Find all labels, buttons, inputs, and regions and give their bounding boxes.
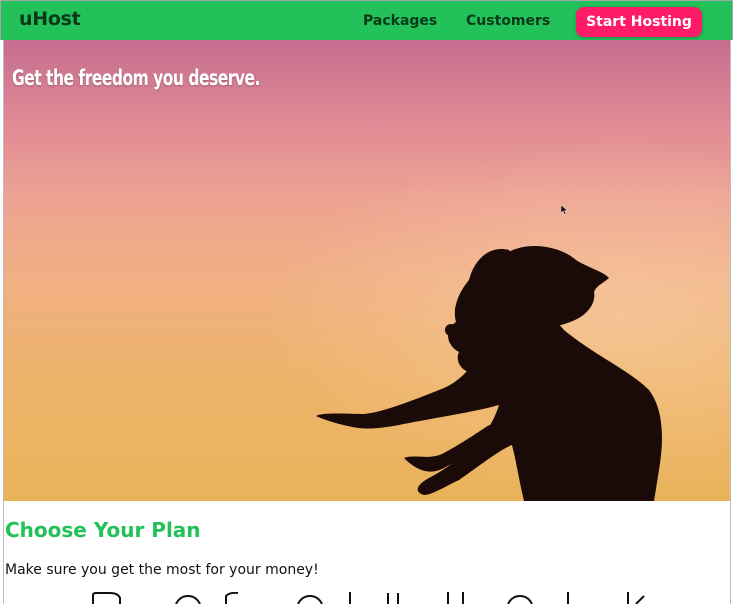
- viewport-left-border: [3, 40, 4, 604]
- choose-plan-heading: Choose Your Plan: [5, 518, 201, 542]
- start-hosting-button[interactable]: Start Hosting: [576, 7, 702, 37]
- hero-title: Get the freedom you deserve.: [12, 66, 260, 90]
- mouse-cursor-icon: [561, 205, 569, 215]
- browser-viewport: uHost Packages Customers Start Hosting G…: [0, 0, 735, 604]
- main-header: uHost Packages Customers Start Hosting: [0, 0, 733, 40]
- nav-customers-link[interactable]: Customers: [466, 13, 550, 29]
- viewport-right-border: [730, 40, 731, 604]
- brand-logo-link[interactable]: uHost: [19, 8, 81, 30]
- nav-packages-link[interactable]: Packages: [363, 13, 437, 29]
- hero-silhouette-image: [316, 245, 662, 501]
- cropped-large-heading: [92, 592, 645, 604]
- choose-plan-subtitle: Make sure you get the most for your mone…: [5, 562, 319, 578]
- hero-banner: Get the freedom you deserve.: [4, 40, 730, 501]
